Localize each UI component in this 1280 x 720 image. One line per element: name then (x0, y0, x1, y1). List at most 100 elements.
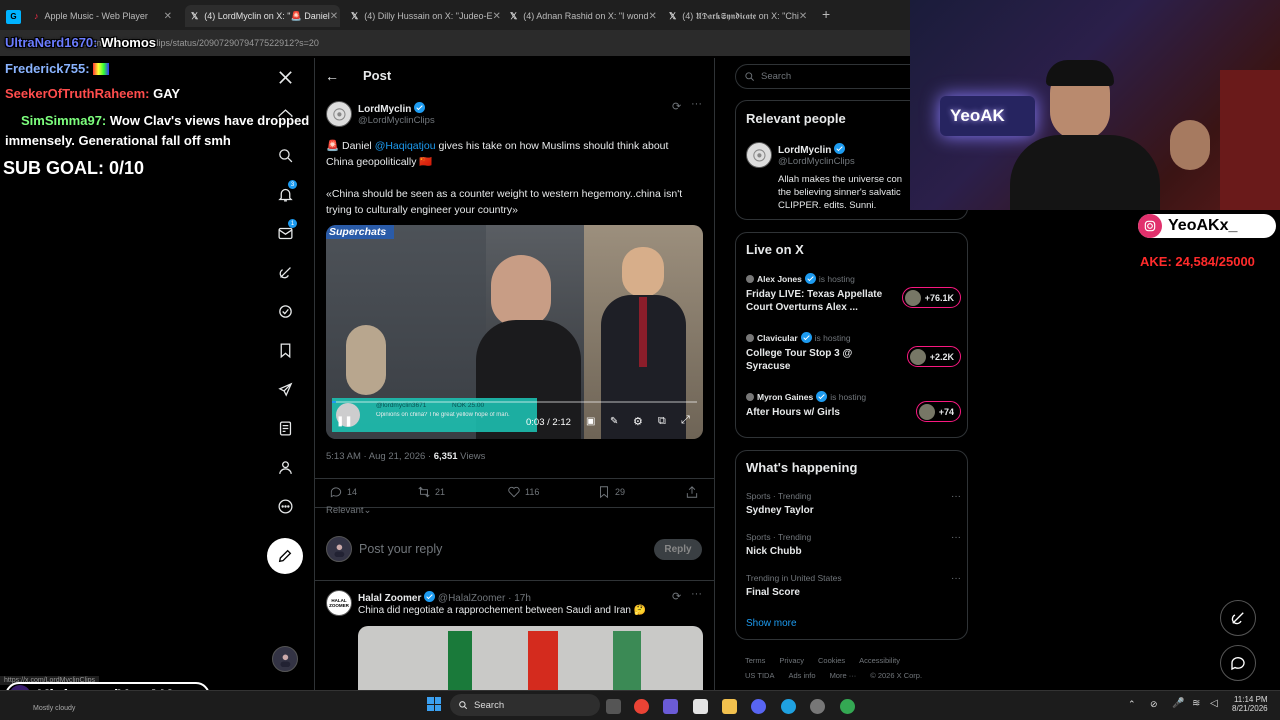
settings-icon[interactable]: ⚙ (633, 415, 643, 428)
chevron-down-icon: ⌄ (363, 505, 372, 516)
mute-icon[interactable]: ✎ (610, 416, 618, 427)
sort-dropdown[interactable]: Relevant⌄ (326, 505, 371, 516)
relevant-avatar[interactable] (746, 142, 772, 168)
live-item-3[interactable]: Myron Gaines is hosting After Hours w/ Gi… (746, 391, 961, 422)
notifications-icon[interactable]: 3 (274, 180, 297, 205)
messages-icon[interactable]: 1 (274, 219, 297, 244)
browser-tab-4[interactable]: 𝕏 (4) Adnan Rashid on X: "I wond ✕ (504, 5, 659, 27)
show-more-link[interactable]: Show more (746, 618, 797, 629)
host-status: is hosting (830, 391, 867, 402)
pause-icon[interactable]: ❚❚ (336, 416, 353, 427)
footer-link[interactable]: Ads info (788, 671, 815, 680)
post-more-icon[interactable]: ··· (691, 98, 702, 110)
verified-orgs-icon[interactable] (274, 300, 296, 322)
browser-tab-3[interactable]: 𝕏 (4) Dilly Hussain on X: "Judeo-E ✕ (345, 5, 500, 27)
close-tab-icon[interactable]: ✕ (164, 11, 172, 22)
close-tab-icon[interactable]: ✕ (493, 11, 500, 22)
relevant-name[interactable]: LordMyclin (778, 143, 846, 156)
file-explorer-icon[interactable] (722, 699, 737, 714)
tray-chevron-icon[interactable]: ⌃ (1128, 699, 1136, 710)
footer-link[interactable]: Terms (745, 656, 765, 665)
captions-icon[interactable]: ▣ (586, 416, 595, 427)
live-item-1[interactable]: Alex Jones is hosting Friday LIVE: Texas … (746, 273, 961, 314)
grok-post-icon[interactable]: ⟳ (672, 100, 681, 113)
footer-link[interactable]: US TIDA (745, 671, 774, 680)
listener-count: +2.2K (929, 351, 954, 362)
new-tab-button[interactable]: + (822, 6, 830, 22)
video-label: Superchats (326, 225, 394, 239)
profile-icon[interactable] (274, 456, 296, 478)
store-icon[interactable] (693, 699, 708, 714)
streamer-hand (1170, 120, 1210, 170)
obs-icon[interactable] (810, 699, 825, 714)
footer-link[interactable]: Cookies (818, 656, 845, 665)
trend-more-icon[interactable]: ··· (951, 573, 961, 584)
reply-action[interactable]: 14 (329, 485, 357, 499)
messages-float-button[interactable] (1220, 645, 1256, 681)
close-tab-icon[interactable]: ✕ (799, 11, 807, 22)
grok-icon[interactable] (274, 261, 296, 283)
close-tab-icon[interactable]: ✕ (330, 11, 338, 22)
windows-start-icon[interactable] (427, 697, 441, 711)
compose-post-button[interactable] (267, 538, 303, 574)
lists-icon[interactable] (274, 417, 296, 439)
reply-author[interactable]: Halal Zoomer @HalalZoomer · 17h (358, 591, 531, 604)
bookmark-action[interactable]: 29 (597, 485, 625, 499)
reply-author-avatar[interactable]: HALAL ZOOMER (326, 590, 352, 616)
browser-tab-1[interactable]: ♪ Apple Music - Web Player ✕ (28, 5, 178, 27)
pip-icon[interactable]: ⧉ (658, 415, 666, 428)
video-progress-track[interactable] (332, 401, 697, 403)
discord-icon[interactable] (751, 699, 766, 714)
x-logo-icon[interactable] (274, 66, 296, 88)
footer-link[interactable]: More ··· (830, 671, 857, 680)
share-action[interactable] (685, 485, 699, 499)
verified-badge-icon (816, 391, 828, 402)
wifi-icon[interactable]: ≋ (1192, 698, 1200, 709)
footer-link[interactable]: Privacy (779, 656, 804, 665)
copilot-icon[interactable] (663, 699, 678, 714)
microphone-icon[interactable]: 🎤 (1172, 698, 1184, 709)
trend-more-icon[interactable]: ··· (951, 491, 961, 502)
close-tab-icon[interactable]: ✕ (649, 11, 657, 22)
browser-tab-2[interactable]: 𝕏 (4) LordMyclin on X: "🚨 Daniel ✕ (185, 5, 340, 27)
rocket-icon[interactable] (274, 378, 296, 400)
back-arrow-icon[interactable]: ← (325, 68, 339, 84)
bookmarks-icon[interactable] (274, 339, 296, 361)
trend-item[interactable]: Sports · Trending Nick Chubb ··· (746, 532, 961, 557)
trend-item[interactable]: Sports · Trending Sydney Taylor ··· (746, 491, 961, 516)
task-view-icon[interactable] (606, 699, 621, 714)
grok-post-icon[interactable]: ⟳ (672, 590, 681, 603)
reply-input[interactable]: Post your reply (359, 542, 442, 556)
more-icon[interactable] (274, 495, 296, 517)
author-handle[interactable]: @LordMyclinClips (358, 115, 435, 126)
video-player[interactable]: Superchats @lordmyclin3671 NOK 25.00 Opi… (326, 225, 703, 439)
trend-item[interactable]: Trending in United States Final Score ··… (746, 573, 961, 598)
taskbar-search[interactable]: Search (450, 694, 600, 716)
reply-button[interactable]: Reply (654, 539, 702, 560)
edge-icon[interactable] (781, 699, 796, 714)
footer-link[interactable]: Accessibility (859, 656, 900, 665)
reply-more-icon[interactable]: ··· (691, 588, 702, 600)
grok-float-button[interactable] (1220, 600, 1256, 636)
repost-action[interactable]: 21 (417, 485, 445, 499)
browser-tab-5[interactable]: 𝕏 (4) 𝖀𝕯𝖆𝖗𝖐𝕾𝖞𝖓𝖉𝖎𝖈𝖆𝖙𝖊 on X: "Chi ✕ (663, 5, 813, 27)
trend-more-icon[interactable]: ··· (951, 532, 961, 543)
relevant-handle[interactable]: @LordMyclinClips (778, 156, 855, 167)
chrome-icon[interactable] (634, 699, 649, 714)
chrome-active-icon[interactable] (840, 699, 855, 714)
like-action[interactable]: 116 (507, 485, 539, 499)
network-off-icon[interactable]: ⊘ (1150, 699, 1158, 710)
mention-link[interactable]: @Haqiqatjou (375, 140, 436, 152)
search-input[interactable]: Search (761, 71, 791, 82)
tab-label: (4) Adnan Rashid on X: "I wond (523, 11, 649, 21)
live-item-2[interactable]: Clavicular is hosting College Tour Stop 3… (746, 332, 961, 373)
streamer-shirt (1010, 135, 1160, 210)
fullscreen-icon[interactable]: ⤢ (681, 414, 690, 427)
author-name[interactable]: LordMyclin (358, 102, 426, 115)
account-avatar[interactable] (272, 646, 298, 672)
reply-image[interactable] (358, 626, 703, 690)
superchat-amount: NOK 25.00 (452, 402, 485, 409)
search-icon (459, 701, 468, 710)
clock[interactable]: 11:14 PM 8/21/2026 (1232, 695, 1268, 713)
volume-icon[interactable]: ◁ (1210, 698, 1218, 709)
